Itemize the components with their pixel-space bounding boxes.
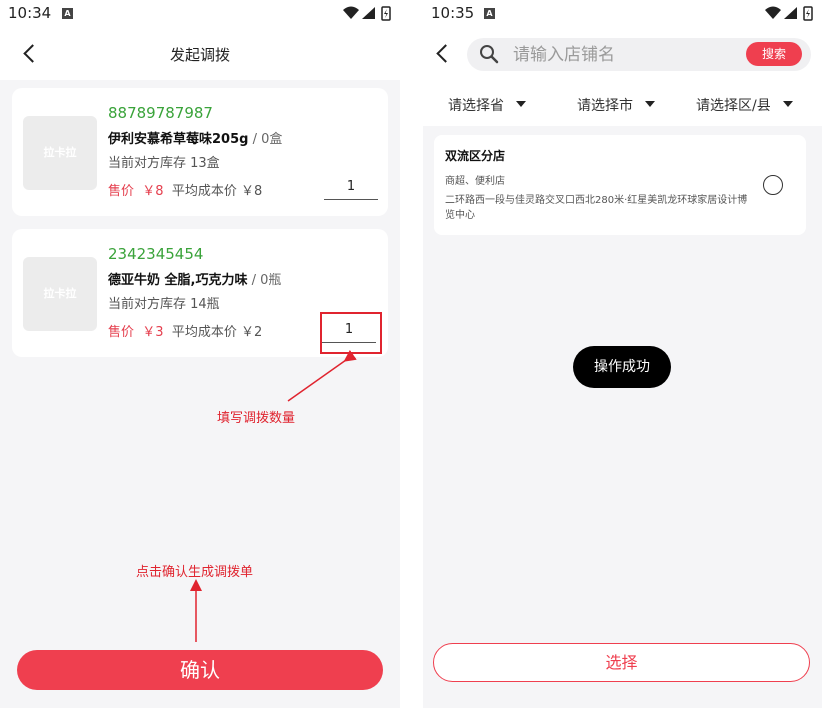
store-list-item[interactable]: 双流区分店 商超、便利店 二环路西一段与佳灵路交叉口西北280米·红星美凯龙环球… xyxy=(434,135,806,235)
store-select-screen: 10:35 A 搜索 请选择省 请选择市 请选择区/县 双流区分店 商超、便利店… xyxy=(423,0,822,708)
store-type: 商超、便利店 xyxy=(445,176,505,187)
search-icon xyxy=(480,45,499,64)
status-bar: 10:35 A xyxy=(423,0,822,28)
search-button[interactable]: 搜索 xyxy=(746,42,802,66)
store-radio[interactable] xyxy=(763,175,783,195)
search-input[interactable] xyxy=(513,43,733,67)
caret-down-icon xyxy=(645,101,655,107)
status-time: 10:35 xyxy=(431,4,475,22)
caret-down-icon xyxy=(516,101,526,107)
select-button[interactable]: 选择 xyxy=(433,643,810,682)
province-select[interactable]: 请选择省 xyxy=(448,95,526,115)
toast-message: 操作成功 xyxy=(573,346,671,388)
store-name: 双流区分店 xyxy=(445,149,506,163)
annotation-confirm: 点击确认生成调拨单 xyxy=(136,565,254,580)
store-address: 二环路西一段与佳灵路交叉口西北280米·红星美凯龙环球家居设计博览中心 xyxy=(445,195,748,221)
annotation-arrows xyxy=(190,349,357,642)
district-label: 请选择区/县 xyxy=(696,98,771,114)
annotation-quantity: 填写调拨数量 xyxy=(217,411,296,426)
city-select[interactable]: 请选择市 xyxy=(577,95,655,115)
back-arrow-icon[interactable] xyxy=(429,38,459,68)
province-label: 请选择省 xyxy=(448,98,504,114)
region-filter-bar: 请选择省 请选择市 请选择区/县 xyxy=(423,80,822,126)
signal-icon xyxy=(784,7,797,19)
arrow-to-quantity xyxy=(287,349,357,402)
confirm-button[interactable]: 确认 xyxy=(17,650,383,690)
district-select[interactable]: 请选择区/县 xyxy=(696,95,793,115)
status-icons xyxy=(765,6,813,21)
search-box: 搜索 xyxy=(467,38,811,71)
android-a-icon: A xyxy=(484,8,495,19)
app-header: 搜索 xyxy=(423,28,822,80)
transfer-screen: 10:34 A 发起调拨 拉卡拉 88789787987 伊利安慕希草莓味205… xyxy=(0,0,400,708)
wifi-icon xyxy=(765,6,781,19)
city-label: 请选择市 xyxy=(577,98,633,114)
caret-down-icon xyxy=(782,101,793,107)
